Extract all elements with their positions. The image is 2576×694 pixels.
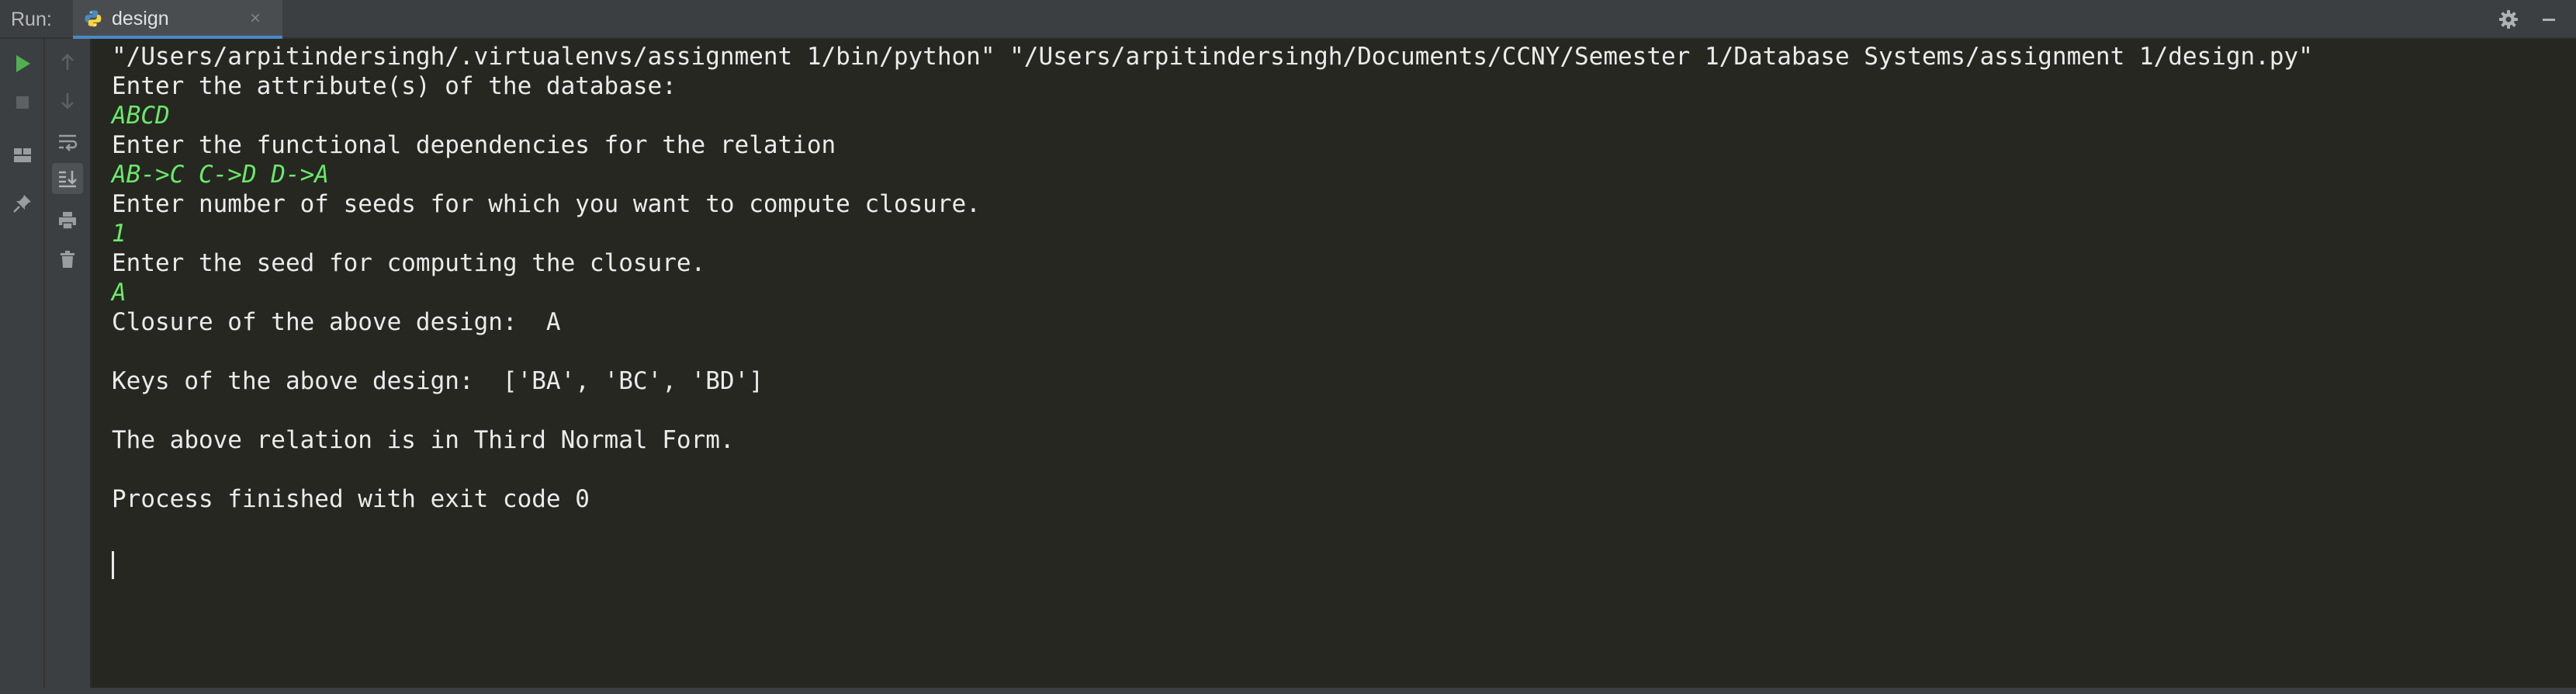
run-label: Run: [11,9,52,30]
tab-design[interactable]: design × [73,0,282,39]
console-input-line: A [112,279,126,307]
console-output-line: Enter the functional dependencies for th… [112,131,836,159]
run-toolbar-secondary [45,39,92,694]
run-tool-window-header: Run: design × [0,0,2576,39]
close-icon[interactable]: × [250,7,261,30]
bottom-border [0,688,2576,694]
console-output-line: Enter number of seeds for which you want… [112,190,981,218]
rerun-button[interactable] [7,48,38,79]
console-input-line: 1 [112,220,126,248]
gear-icon[interactable] [2497,8,2520,31]
clear-all-button[interactable] [52,244,83,275]
soft-wrap-button[interactable] [52,126,83,157]
console-output-line: Process finished with exit code 0 [112,485,590,513]
console-output-line: The above relation is in Third Normal Fo… [112,426,735,454]
restore-layout-button[interactable] [7,140,38,171]
next-occurrence-button[interactable] [52,85,83,116]
console-lines: "/Users/arpitindersingh/.virtualenvs/ass… [112,42,2313,514]
scroll-to-end-button[interactable] [52,163,83,194]
console-output-line: Enter the attribute(s) of the database: [112,72,677,100]
text-caret [112,551,114,579]
run-tool-window: Run: design × "/Users/arpitindersingh/.v… [0,0,2576,694]
previous-occurrence-button[interactable] [52,47,83,78]
run-toolbar-primary [0,39,45,694]
console-output-line: "/Users/arpitindersingh/.virtualenvs/ass… [112,43,2313,71]
tab-label: design [112,8,169,29]
console-output-line: Keys of the above design: ['BA', 'BC', '… [112,367,763,395]
stop-button[interactable] [7,87,38,118]
python-file-icon [84,9,102,28]
console-output-line: Enter the seed for computing the closure… [112,249,706,277]
console-output[interactable]: "/Users/arpitindersingh/.virtualenvs/ass… [92,39,2576,688]
print-button[interactable] [52,205,83,236]
console-output-line: Closure of the above design: A [112,308,561,336]
pin-tab-button[interactable] [7,188,38,219]
console-input-line: AB->C C->D D->A [112,161,329,189]
minimize-icon[interactable] [2537,8,2560,31]
console-input-line: ABCD [112,102,170,130]
